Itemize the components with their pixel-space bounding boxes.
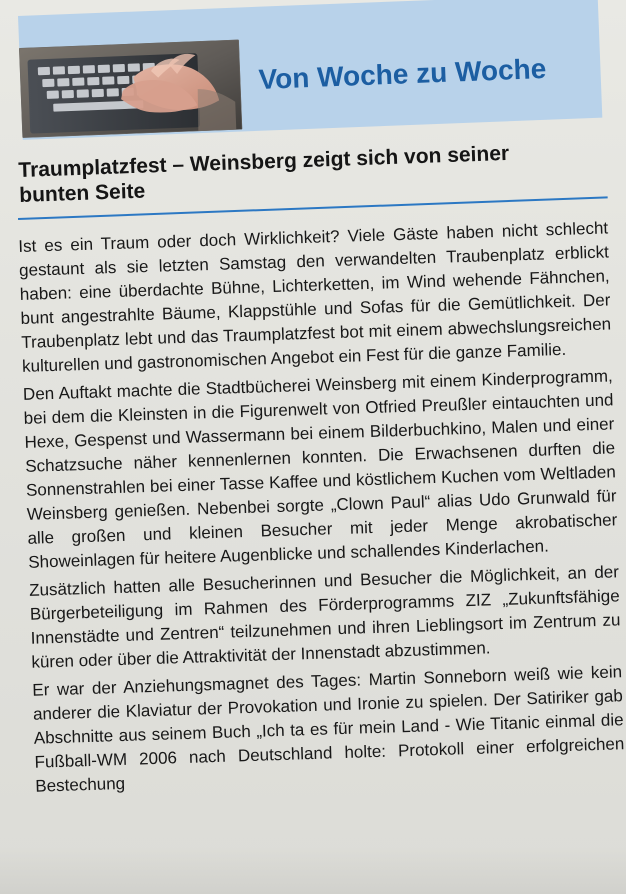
newspaper-page: Von Woche zu Woche Traumplatzfest – Wein… xyxy=(0,0,626,894)
article-paragraph: Zusätzlich hatten alle Besucherinnen und… xyxy=(28,562,621,672)
article-title: Traumplatzfest – Weinsberg zeigt sich vo… xyxy=(18,141,510,208)
keyboard-typing-hands-photo xyxy=(19,39,243,138)
article-body: Ist es ein Traum oder doch Wirklichkeit?… xyxy=(18,216,626,802)
article-paragraph: Den Auftakt machte die Stadtbücherei Wei… xyxy=(22,366,618,572)
article-paragraph: Ist es ein Traum oder doch Wirklichkeit?… xyxy=(18,218,612,376)
article-paragraph: Er war der Anziehungsmagnet des Tages: M… xyxy=(32,662,625,796)
page-shadow xyxy=(0,846,626,894)
